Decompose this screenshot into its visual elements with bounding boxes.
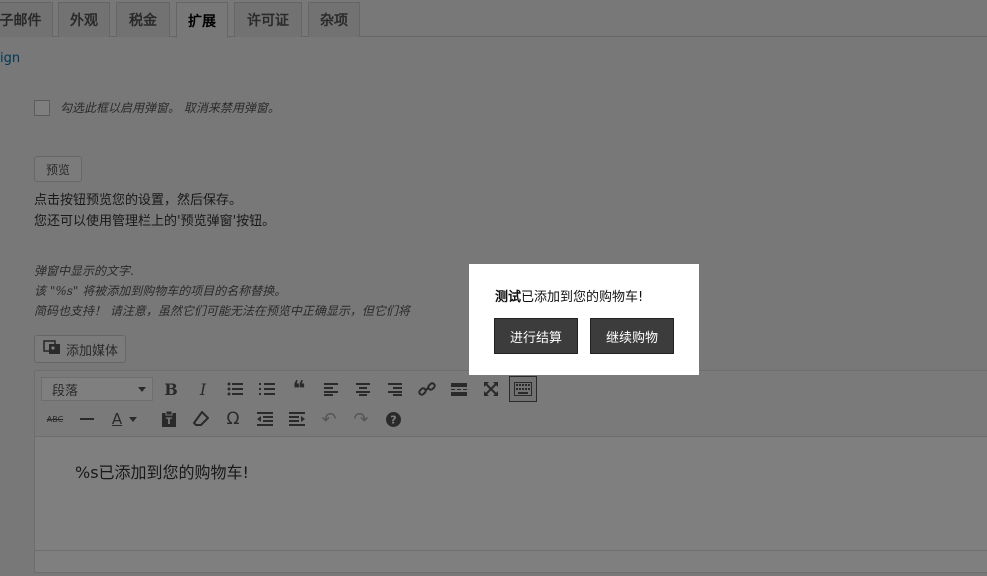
continue-shopping-button[interactable]: 继续购物 <box>590 318 674 354</box>
checkout-button[interactable]: 进行结算 <box>494 318 578 354</box>
popup-item-name: 测试 <box>495 290 522 305</box>
added-to-cart-popup: 测试已添加到您的购物车! 进行结算 继续购物 <box>469 264 699 375</box>
popup-message: 测试已添加到您的购物车! <box>495 286 643 305</box>
popup-message-text: 已添加到您的购物车! <box>521 290 644 305</box>
